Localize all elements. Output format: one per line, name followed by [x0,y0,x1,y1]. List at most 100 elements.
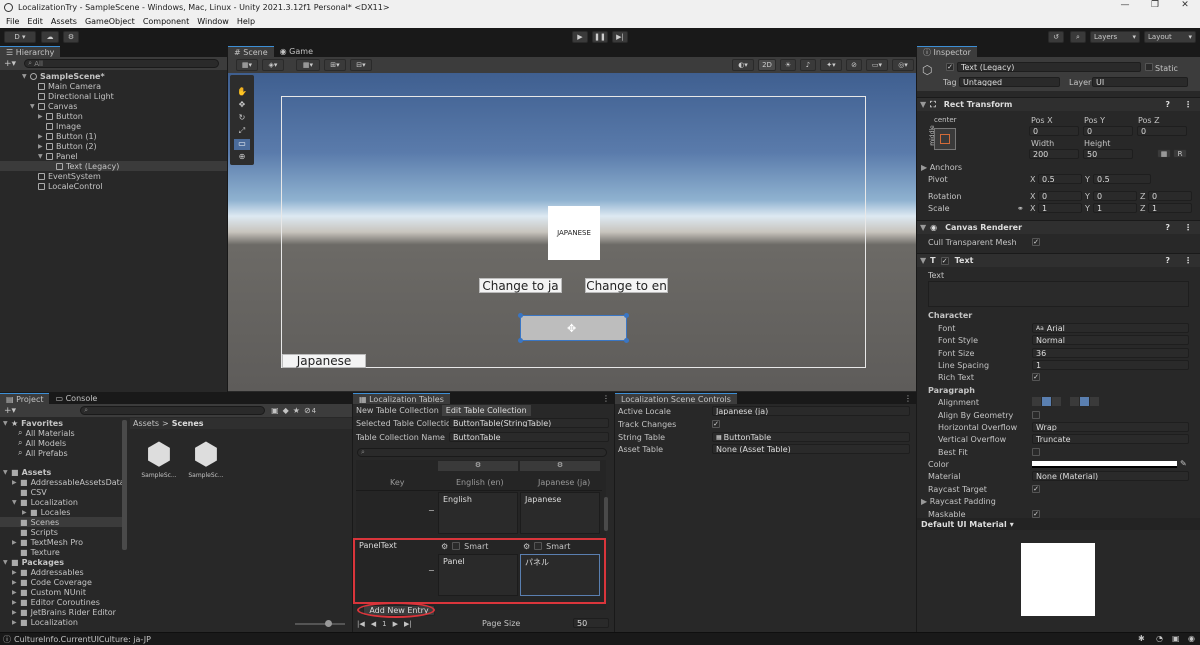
folder-item[interactable]: ■ Scripts [0,527,127,537]
folder-item[interactable]: ■ Texture [0,547,127,557]
collab-icon[interactable]: ⚙ [63,31,79,43]
draw-mode-dropdown[interactable]: ▦▾ [236,59,258,71]
first-page-icon[interactable]: |◀ [357,620,365,628]
zoom-slider[interactable] [295,620,345,627]
search-icon[interactable]: ⌕ [1070,31,1086,43]
menu-help[interactable]: Help [237,17,255,26]
pivot-handle-icon[interactable]: ✥ [567,322,576,335]
scale-z-input[interactable]: 1 [1148,203,1192,213]
align-middle-icon[interactable] [1080,397,1089,406]
menu-component[interactable]: Component [143,17,189,26]
line-spacing-input[interactable]: 1 [1032,360,1189,370]
hierarchy-item-directional-light[interactable]: Directional Light [0,91,227,101]
camera-icon[interactable]: ▭▾ [866,59,888,71]
pivot-y-input[interactable]: 0.5 [1093,174,1151,184]
favorite-icon[interactable]: ★ [293,406,300,415]
folder-item[interactable]: ■ CSV [0,487,127,497]
help-icon[interactable]: ? [1165,223,1170,232]
material-field[interactable]: None (Material) [1032,471,1189,481]
maskable-checkbox[interactable]: ✓ [1032,510,1040,518]
pos-y-input[interactable]: 0 [1083,126,1133,136]
collection-name-input[interactable]: ButtonTable [449,432,609,442]
table-search-input[interactable]: ⌕ [357,448,607,457]
hierarchy-item-button[interactable]: ▶ Button [0,111,227,121]
folder-item[interactable]: ▼ ■ Localization [0,497,127,507]
package-item[interactable]: ▶ ■ Custom NUnit [0,587,127,597]
align-center-icon[interactable] [1042,397,1051,406]
more-icon[interactable]: ⋮ [602,394,610,403]
blueprint-mode-icon[interactable]: ▦ [1157,149,1171,158]
raycast-target-checkbox[interactable]: ✓ [1032,485,1040,493]
2d-toggle[interactable]: 2D [758,59,776,71]
snap-icon[interactable]: ⊟▾ [350,59,372,71]
favorite-item[interactable]: ⌕ All Models [0,438,127,448]
cache-icon[interactable]: ▣ [1172,634,1180,643]
hierarchy-search-input[interactable]: ⌕ All [24,59,220,68]
string-table-dropdown[interactable]: ▦ ButtonTable [712,432,910,442]
lighting-icon[interactable]: ☀ [780,59,796,71]
default-material-header[interactable]: Default UI Material ▾ [917,518,1200,530]
folder-item[interactable]: ▶ ■ Locales [0,507,127,517]
asset-table-dropdown[interactable]: None (Asset Table) [712,444,910,454]
rotation-y-input[interactable]: 0 [1093,191,1137,201]
shading-mode-icon[interactable]: ◐▾ [732,59,754,71]
folder-item-scenes[interactable]: ■ Scenes [0,517,127,527]
horizontal-overflow-dropdown[interactable]: Wrap [1032,422,1189,432]
hierarchy-item-button-2[interactable]: ▶ Button (2) [0,141,227,151]
hierarchy-item-samplescene[interactable]: ▼ SampleScene* [0,71,227,81]
menu-gameobject[interactable]: GameObject [85,17,135,26]
scene-panel-object[interactable]: JAPANESE [548,206,600,260]
align-left-icon[interactable] [1032,397,1041,406]
hierarchy-item-button-1[interactable]: ▶ Button (1) [0,131,227,141]
hand-tool-icon[interactable]: ✋ [234,87,250,98]
hierarchy-item-localecontrol[interactable]: LocaleControl [0,181,227,191]
audio-icon[interactable]: ♪ [800,59,816,71]
grid-snap-icon[interactable]: ▦▾ [296,59,320,71]
pos-z-input[interactable]: 0 [1137,126,1187,136]
canvas-renderer-header[interactable]: ▼ ◉ Canvas Renderer? ⋮ [917,220,1200,234]
scene-asset-2[interactable]: ⬢ SampleSc... [187,438,225,486]
text-enabled-checkbox[interactable]: ✓ [940,256,949,265]
menu-assets[interactable]: Assets [51,17,77,26]
close-button[interactable]: ✕ [1170,0,1200,15]
text-component-header[interactable]: ▼ T ✓ Text? ⋮ [917,253,1200,267]
visibility-icon[interactable]: ⊘ [304,406,311,415]
favorite-item[interactable]: ⌕ All Prefabs [0,448,127,458]
rotation-x-input[interactable]: 0 [1038,191,1082,201]
hierarchy-item-image[interactable]: Image [0,121,227,131]
rotate-tool-icon[interactable]: ↻ [234,113,250,124]
breadcrumb-assets[interactable]: Assets [133,419,159,428]
grid-icon[interactable]: ⊞▾ [324,59,346,71]
package-item[interactable]: ▶ ■ Addressables [0,567,127,577]
anchor-preset-button[interactable] [934,128,956,150]
last-page-icon[interactable]: ▶| [404,620,412,628]
step-button[interactable]: ▶| [612,31,628,43]
align-geometry-checkbox[interactable] [1032,411,1040,419]
package-item[interactable]: ▶ ■ Localization [0,617,127,627]
change-to-en-button[interactable]: Change to en [585,278,668,293]
progress-icon[interactable]: ◔ [1156,634,1163,643]
pos-x-input[interactable]: 0 [1029,126,1079,136]
link-icon[interactable]: ⚭ [1017,204,1024,213]
hierarchy-item-text-legacy[interactable]: Text (Legacy) [0,161,227,171]
static-checkbox[interactable] [1145,63,1153,71]
entry-en-cell[interactable]: English [438,492,518,534]
help-icon[interactable]: ? [1165,100,1170,109]
menu-edit[interactable]: Edit [27,17,43,26]
transform-tool-icon[interactable]: ⊕ [234,152,250,163]
change-to-ja-button[interactable]: Change to ja [479,278,562,293]
more-icon[interactable]: ⋮ [904,394,912,403]
cloud-icon[interactable]: ☁ [41,31,59,43]
gizmos-icon[interactable]: ◎▾ [892,59,914,71]
tab-console[interactable]: ▭ Console [49,393,103,404]
layout-dropdown[interactable]: Layout ▾ [1144,31,1196,43]
add-icon[interactable]: +▾ [4,406,16,416]
package-item[interactable]: ▶ ■ JetBrains Rider Editor [0,607,127,617]
search-by-type-icon[interactable]: ▣ [271,406,279,415]
pause-button[interactable]: ❚❚ [592,31,608,43]
active-checkbox[interactable]: ✓ [946,63,954,71]
status-message[interactable]: CultureInfo.CurrentUICulture: ja-JP [14,635,151,644]
text-content-area[interactable] [928,281,1189,307]
folder-item[interactable]: ▶ ■ AddressableAssetsData [0,477,127,487]
tab-game[interactable]: ◉ Game [274,46,319,57]
